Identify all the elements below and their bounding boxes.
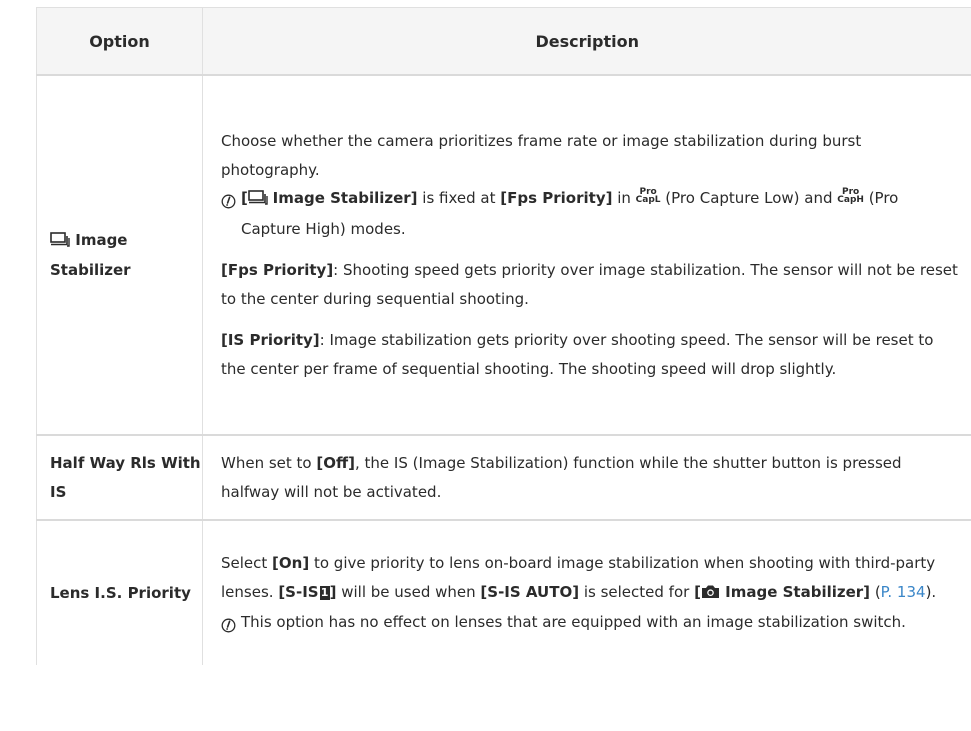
sequential-shooting-icon <box>50 228 70 257</box>
description-intro: Choose whether the camera prioritizes fr… <box>221 132 862 179</box>
header-option: Option <box>36 7 203 76</box>
settings-table: Option Description Image Stabilizer Choo… <box>36 7 971 665</box>
fps-priority-label: [Fps Priority] <box>221 261 334 279</box>
is-priority-label: [IS Priority] <box>221 331 320 349</box>
note-text: is fixed at <box>417 189 501 207</box>
menu-reference: [ Image Stabilizer] <box>694 583 870 601</box>
sequential-shooting-icon <box>248 186 268 215</box>
header-description: Description <box>202 7 971 76</box>
note-text: in <box>612 189 636 207</box>
option-cell: Lens I.S. Priority <box>36 520 203 665</box>
table-row: Image Stabilizer Choose whether the came… <box>36 75 971 436</box>
note-text: and <box>799 189 838 207</box>
camera-icon <box>701 580 720 609</box>
desc-text: ( <box>870 582 881 601</box>
caution-note: This option has no effect on lenses that… <box>221 608 962 637</box>
description-cell: When set to [Off], the IS (Image Stabili… <box>202 435 971 521</box>
caution-icon <box>221 190 236 209</box>
description-cell: Select [On] to give priority to lens on-… <box>203 520 971 665</box>
pro-capture-low-icon: Pro CapL <box>635 187 661 205</box>
on-value: [On] <box>272 554 310 573</box>
note-text: (Pro Capture Low) <box>660 189 800 207</box>
table-row: Lens I.S. Priority Select [On] to give p… <box>36 520 971 665</box>
off-value: [Off] <box>316 454 355 472</box>
caution-note: [ Image Stabilizer] is fixed at [Fps Pri… <box>221 184 962 243</box>
s-is-value: [S-IS 1] <box>278 582 337 601</box>
s-is-auto-value: [S-IS AUTO] <box>480 582 580 601</box>
lens-priority-description: Select [On] to give priority to lens on-… <box>221 549 962 608</box>
fps-priority-description: [Fps Priority]: Shooting speed gets prio… <box>221 256 962 313</box>
desc-text: When set to <box>221 454 317 472</box>
option-cell: Half Way Rls With IS <box>36 435 203 521</box>
desc-text: will be used when <box>336 582 481 601</box>
option-cell: Image Stabilizer <box>36 75 203 436</box>
manual-page: Option Description Image Stabilizer Choo… <box>0 0 971 731</box>
note-setting: Image Stabilizer] <box>272 189 418 207</box>
note-value: [Fps Priority] <box>500 189 613 207</box>
pro-capture-high-icon: Pro CapH <box>837 187 864 205</box>
is-priority-description: [IS Priority]: Image stabilization gets … <box>221 326 962 383</box>
description-cell: Choose whether the camera prioritizes fr… <box>202 75 971 436</box>
s-is-number-badge: 1 <box>319 585 330 600</box>
desc-text: Select <box>221 554 273 573</box>
caution-icon <box>221 614 236 633</box>
table-row: Half Way Rls With IS When set to [Off], … <box>36 435 971 521</box>
page-link[interactable]: P. 134 <box>881 583 926 601</box>
note-text: This option has no effect on lenses that… <box>241 613 906 632</box>
note-bracket: [ <box>241 189 248 207</box>
desc-text: is selected for <box>579 582 695 601</box>
desc-text: ). <box>925 582 937 601</box>
half-way-description: When set to [Off], the IS (Image Stabili… <box>221 449 962 506</box>
table-header-row: Option Description <box>36 7 971 76</box>
is-priority-text: : Image stabilization gets priority over… <box>221 331 934 378</box>
